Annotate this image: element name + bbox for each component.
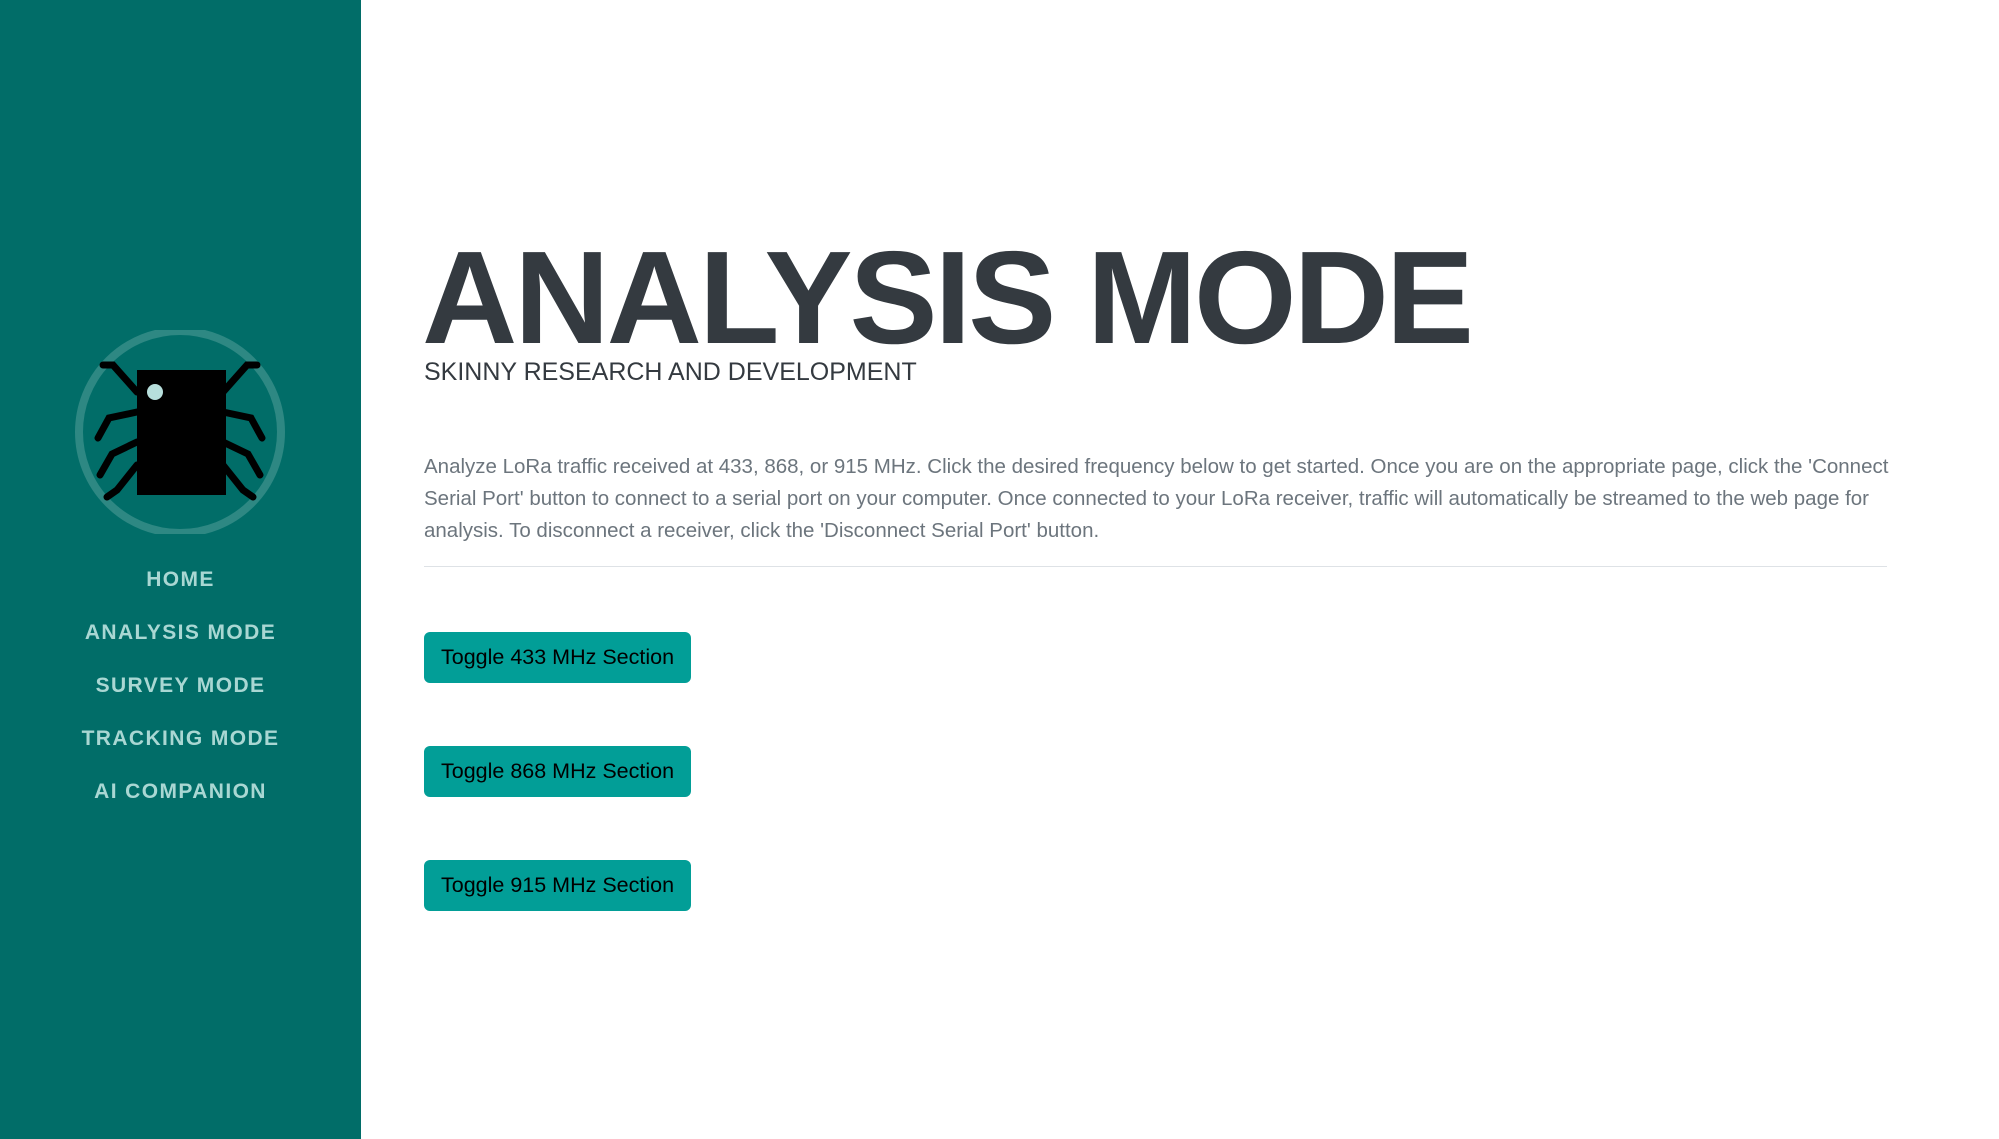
- sidebar-item-tracking-mode[interactable]: TRACKING MODE: [0, 722, 361, 775]
- toggle-915-mhz-section-button[interactable]: Toggle 915 MHz Section: [424, 860, 692, 911]
- sidebar-item-home[interactable]: HOME: [0, 563, 361, 616]
- page-title: ANALYSIS MODE: [422, 224, 1474, 371]
- content-divider: [424, 566, 1887, 567]
- sidebar-nav-list: HOME ANALYSIS MODE SURVEY MODE TRACKING …: [0, 563, 361, 828]
- sidebar-item-ai-companion[interactable]: AI COMPANION: [0, 775, 361, 828]
- sidebar-item-analysis-mode[interactable]: ANALYSIS MODE: [0, 616, 361, 669]
- toggle-868-mhz-section-button[interactable]: Toggle 868 MHz Section: [424, 746, 692, 797]
- main-content: ANALYSIS MODE SKINNY RESEARCH AND DEVELO…: [361, 0, 1999, 1139]
- sidebar: HOME ANALYSIS MODE SURVEY MODE TRACKING …: [0, 0, 361, 1139]
- analysis-description: Analyze LoRa traffic received at 433, 86…: [424, 455, 1889, 542]
- app: HOME ANALYSIS MODE SURVEY MODE TRACKING …: [0, 0, 1999, 1139]
- sidebar-item-survey-mode[interactable]: SURVEY MODE: [0, 669, 361, 722]
- circuit-chip-bug-logo-icon[interactable]: [73, 330, 287, 534]
- toggle-433-mhz-section-button[interactable]: Toggle 433 MHz Section: [424, 632, 692, 683]
- page-subtitle: SKINNY RESEARCH AND DEVELOPMENT: [424, 358, 917, 386]
